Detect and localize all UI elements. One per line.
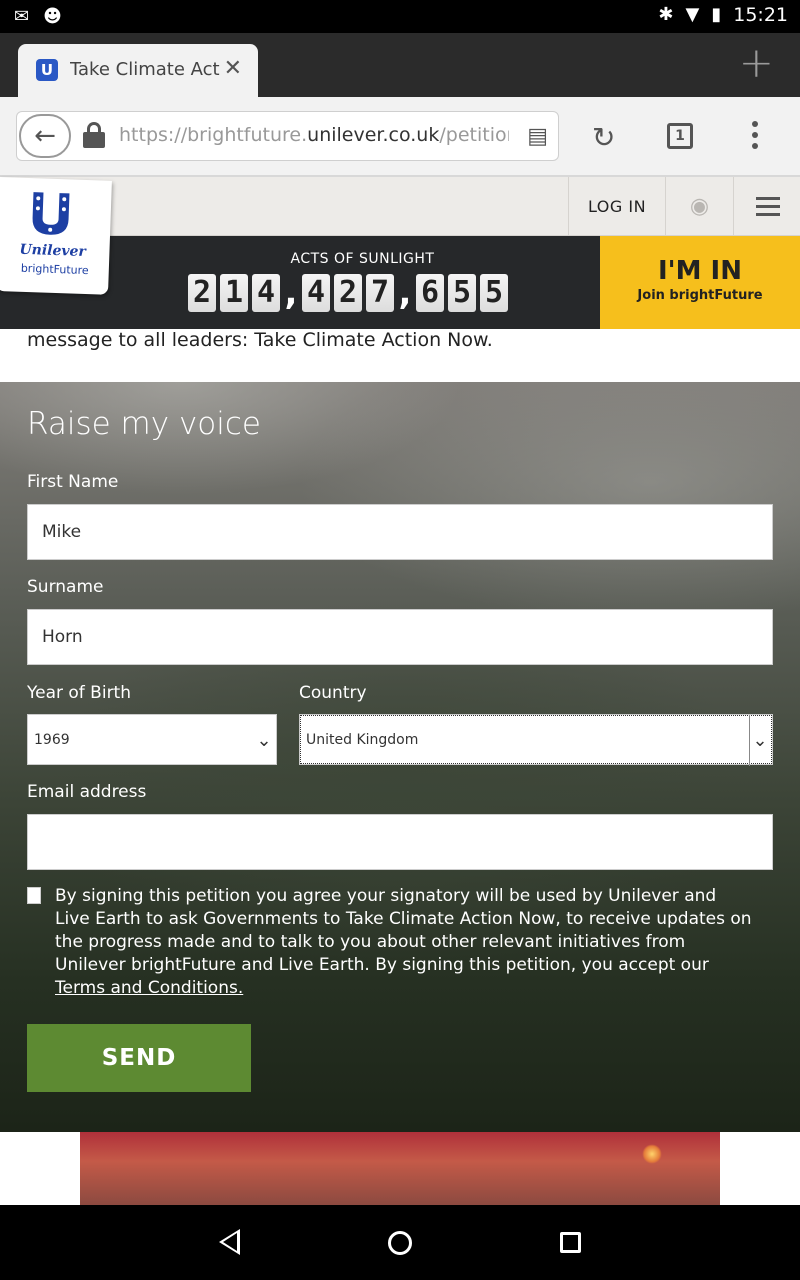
tab-switcher-icon[interactable]: 1 bbox=[667, 123, 693, 149]
country-value: United Kingdom bbox=[306, 732, 419, 748]
login-button[interactable]: LOG IN bbox=[568, 177, 665, 236]
first-name-label: First Name bbox=[27, 472, 119, 492]
chevron-down-icon: ⌄ bbox=[256, 730, 272, 751]
gmail-icon: ✉ bbox=[14, 6, 30, 27]
counter-digit: 4 bbox=[252, 274, 280, 312]
country-label: Country bbox=[299, 683, 367, 703]
unilever-logo[interactable]: Unilever brightFuture bbox=[0, 177, 112, 295]
browser-tab[interactable]: U Take Climate Act ✕ bbox=[18, 44, 258, 97]
tab-strip: U Take Climate Act ✕ + bbox=[0, 33, 800, 97]
back-arrow-icon[interactable]: ← bbox=[19, 114, 71, 158]
nav-back-icon[interactable] bbox=[219, 1229, 240, 1255]
battery-icon: ▮ bbox=[711, 4, 722, 25]
send-button[interactable]: SEND bbox=[27, 1024, 251, 1092]
year-of-birth-select[interactable]: 1969 ⌄ bbox=[27, 714, 277, 765]
country-select[interactable]: United Kingdom ⌄ bbox=[299, 714, 773, 766]
status-time: 15:21 bbox=[733, 4, 788, 26]
chevron-down-icon: ⌄ bbox=[752, 730, 768, 751]
reader-mode-icon[interactable]: ▤ bbox=[527, 124, 548, 149]
year-of-birth-label: Year of Birth bbox=[27, 683, 132, 703]
logo-brand: Unilever bbox=[19, 241, 87, 261]
surname-field[interactable]: Horn bbox=[27, 609, 773, 665]
im-in-button[interactable]: I'M IN Join brightFuture bbox=[600, 236, 800, 329]
status-bar: ✉ ☻ ✱ ▼ ▮ 15:21 bbox=[0, 0, 800, 33]
bluetooth-icon: ✱ bbox=[658, 4, 674, 25]
wifi-icon: ▼ bbox=[685, 4, 700, 25]
form-title: Raise my voice bbox=[27, 406, 261, 442]
counter-comma: , bbox=[284, 273, 298, 313]
email-field[interactable] bbox=[27, 814, 773, 870]
lock-icon bbox=[83, 122, 105, 148]
reload-icon[interactable]: ↻ bbox=[592, 121, 615, 154]
new-tab-icon[interactable]: + bbox=[739, 42, 774, 84]
counter-digit: 5 bbox=[448, 274, 476, 312]
android-icon: ☻ bbox=[43, 6, 62, 27]
intro-text: message to all leaders: Take Climate Act… bbox=[27, 329, 493, 351]
nav-recents-icon[interactable] bbox=[560, 1232, 581, 1253]
intro-section: message to all leaders: Take Climate Act… bbox=[0, 329, 800, 382]
counter-digit: 1 bbox=[220, 274, 248, 312]
year-of-birth-value: 1969 bbox=[34, 732, 70, 748]
counter-digit: 4 bbox=[302, 274, 330, 312]
url-text[interactable]: https://brightfuture.unilever.co.uk/peti… bbox=[119, 124, 509, 146]
tab-title: Take Climate Act bbox=[70, 59, 220, 80]
hamburger-menu-icon[interactable] bbox=[733, 177, 800, 236]
consent-checkbox[interactable] bbox=[27, 887, 41, 904]
counter-digit: 2 bbox=[188, 274, 216, 312]
sunset-image bbox=[80, 1132, 720, 1205]
logo-sub: brightFuture bbox=[20, 261, 89, 278]
counter-digit: 2 bbox=[334, 274, 362, 312]
first-name-field[interactable]: Mike bbox=[27, 504, 773, 560]
surname-label: Surname bbox=[27, 577, 104, 597]
unilever-u-icon bbox=[32, 192, 70, 235]
address-bar[interactable]: ← https://brightfuture.unilever.co.uk/pe… bbox=[16, 111, 559, 161]
counter-digit: 7 bbox=[366, 274, 394, 312]
browser-toolbar: ← https://brightfuture.unilever.co.uk/pe… bbox=[0, 97, 800, 177]
terms-link[interactable]: Terms and Conditions. bbox=[55, 978, 243, 998]
counter-digit: 5 bbox=[480, 274, 508, 312]
globe-icon[interactable]: ◉ bbox=[665, 177, 733, 236]
email-label: Email address bbox=[27, 782, 147, 802]
consent-text: By signing this petition you agree your … bbox=[55, 886, 752, 998]
petition-form: Raise my voice First Name Mike Surname H… bbox=[0, 382, 800, 1132]
counter-digits: 214,427,655 bbox=[188, 274, 508, 312]
im-in-title: I'M IN bbox=[658, 256, 742, 286]
im-in-subtitle: Join brightFuture bbox=[637, 288, 763, 303]
site-header: LOG IN ◉ bbox=[0, 177, 800, 236]
counter-digit: 6 bbox=[416, 274, 444, 312]
close-tab-icon[interactable]: ✕ bbox=[224, 56, 242, 81]
counter-comma: , bbox=[398, 273, 412, 313]
overflow-menu-icon[interactable] bbox=[752, 121, 758, 154]
unilever-favicon-icon: U bbox=[36, 59, 58, 81]
android-nav-bar bbox=[0, 1205, 800, 1280]
nav-home-icon[interactable] bbox=[388, 1231, 412, 1255]
